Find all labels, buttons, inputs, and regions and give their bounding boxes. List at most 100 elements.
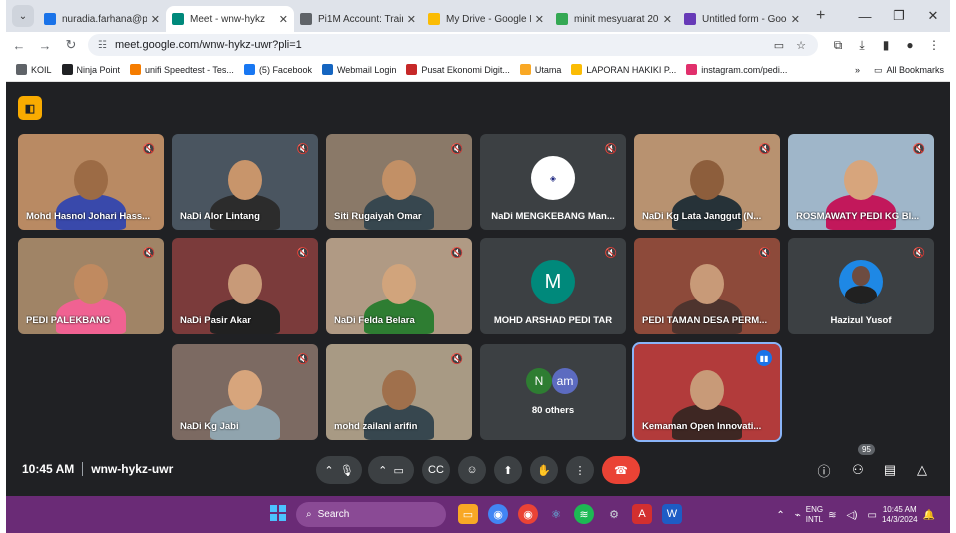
- participant-tile[interactable]: M MOHD ARSHAD PEDI TAR 🔇: [480, 238, 626, 334]
- participant-name: NaDi Pasir Akar: [180, 315, 251, 326]
- meeting-details-icon[interactable]: ⓘ: [814, 460, 834, 480]
- participant-tile[interactable]: PEDI TAMAN DESA PERM... 🔇: [634, 238, 780, 334]
- participant-tile[interactable]: Kemaman Open Innovati... ▮▮: [632, 342, 782, 442]
- browser-tab[interactable]: Meet - wnw-hykz ✕: [166, 6, 294, 32]
- close-window-icon[interactable]: ✕: [916, 8, 950, 24]
- clock-time: 10:45 AM: [882, 505, 917, 514]
- download-icon[interactable]: ⤓: [850, 38, 874, 53]
- participant-tile[interactable]: ◈ NaDi MENGKEBANG Man... 🔇: [480, 134, 626, 230]
- browser-tab[interactable]: Untitled form - Goog ✕: [678, 6, 806, 32]
- pdf-reader-icon[interactable]: A: [632, 504, 652, 524]
- tab-close-icon[interactable]: ✕: [407, 13, 416, 26]
- volume-icon[interactable]: ◁): [846, 510, 857, 521]
- participant-tile[interactable]: mohd zailani arifin 🔇: [326, 344, 472, 440]
- spotify-icon[interactable]: ≋: [574, 504, 594, 524]
- participant-tile[interactable]: Siti Rugaiyah Omar 🔇: [326, 134, 472, 230]
- bookmark-favicon-icon: [519, 64, 531, 75]
- participant-tile[interactable]: Mohd Hasnol Johari Hass... 🔇: [18, 134, 164, 230]
- bookmark-item[interactable]: Pusat Ekonomi Digit...: [406, 64, 510, 75]
- windows-start-icon[interactable]: [270, 505, 286, 521]
- participant-name: PEDI PALEKBANG: [26, 315, 111, 326]
- bookmark-item[interactable]: instagram.com/pedi...: [686, 64, 787, 75]
- meet-area: ◧ Mohd Hasnol Johari Hass... 🔇 NaDi Alor L…: [6, 82, 950, 496]
- bookmark-item[interactable]: Ninja Point: [61, 64, 120, 75]
- minimize-icon[interactable]: —: [848, 9, 882, 24]
- input-language[interactable]: ENG INTL: [806, 505, 823, 525]
- bookmark-item[interactable]: unifi Speedtest - Tes...: [130, 64, 234, 75]
- extensions-icon[interactable]: ⧉: [826, 38, 850, 53]
- react-app-icon[interactable]: ⚛: [546, 504, 566, 524]
- bookmark-item[interactable]: Utama: [519, 64, 561, 75]
- bookmark-item[interactable]: LAPORAN HAKIKI P...: [571, 64, 676, 75]
- bookmark-item[interactable]: (5) Facebook: [243, 64, 312, 75]
- participant-tile[interactable]: NaDi Kg Lata Janggut (N... 🔇: [634, 134, 780, 230]
- participant-tile[interactable]: PEDI PALEKBANG 🔇: [18, 238, 164, 334]
- camera-toggle-button[interactable]: ⌃ ▭: [368, 456, 414, 484]
- chat-icon[interactable]: ▤: [880, 460, 900, 480]
- participant-tile[interactable]: NaDi Alor Lintang 🔇: [172, 134, 318, 230]
- menu-icon[interactable]: ⋮: [922, 38, 946, 52]
- participant-tile[interactable]: ROSMAWATY PEDI KG BI... 🔇: [788, 134, 934, 230]
- chevron-up-icon[interactable]: ⌃: [378, 464, 387, 477]
- lang-line-2: INTL: [805, 515, 824, 524]
- bookmark-item[interactable]: Webmail Login: [321, 64, 396, 75]
- word-icon[interactable]: W: [662, 504, 682, 524]
- cast-icon[interactable]: ▭: [774, 39, 784, 52]
- wifi-icon[interactable]: ≋: [828, 510, 836, 521]
- bookmark-star-icon[interactable]: ☆: [796, 39, 806, 52]
- mic-toggle-button[interactable]: ⌃ 🎙: [316, 456, 362, 484]
- bookmark-item[interactable]: KOIL: [16, 64, 52, 75]
- participant-tile[interactable]: NaDi Felda Belara 🔇: [326, 238, 472, 334]
- captions-button[interactable]: CC: [422, 456, 450, 484]
- present-button[interactable]: ⬆: [494, 456, 522, 484]
- reload-icon[interactable]: ↻: [58, 37, 84, 53]
- leave-call-button[interactable]: ☎: [602, 456, 640, 484]
- reactions-button[interactable]: ☺: [458, 456, 486, 484]
- more-options-button[interactable]: ⋮: [566, 456, 594, 484]
- system-clock[interactable]: 10:45 AM 14/3/2024: [882, 505, 918, 525]
- browser-tab[interactable]: nuradia.farhana@pe ✕: [38, 6, 166, 32]
- tab-close-icon[interactable]: ✕: [279, 13, 288, 26]
- taskbar-search[interactable]: ⌕ Search: [296, 502, 446, 527]
- tab-search-button[interactable]: ⌄: [12, 5, 34, 27]
- site-info-icon[interactable]: ☷: [98, 40, 107, 51]
- people-icon[interactable]: ⚇: [848, 460, 868, 480]
- usb-icon[interactable]: ⌁: [795, 510, 801, 521]
- raise-hand-button[interactable]: ✋: [530, 456, 558, 484]
- restore-icon[interactable]: ❐: [882, 8, 916, 24]
- battery-icon[interactable]: ▭: [868, 510, 877, 521]
- omnibox[interactable]: ☷ meet.google.com/wnw-hykz-uwr?pli=1 ▭ ☆: [88, 34, 818, 56]
- tab-close-icon[interactable]: ✕: [791, 13, 800, 26]
- chevron-up-icon[interactable]: ⌃: [324, 464, 333, 477]
- settings-gear-icon[interactable]: ⚙: [604, 504, 624, 524]
- notification-bell-icon[interactable]: 🔔: [923, 510, 935, 521]
- participant-head: [74, 264, 108, 304]
- browser-tab[interactable]: Pi1M Account: Trainin ✕: [294, 6, 422, 32]
- new-tab-button[interactable]: +: [816, 7, 825, 25]
- tab-close-icon[interactable]: ✕: [663, 13, 672, 26]
- forward-icon[interactable]: →: [32, 38, 58, 53]
- tab-close-icon[interactable]: ✕: [535, 13, 544, 26]
- side-panel-icon[interactable]: ▮: [874, 38, 898, 52]
- meet-activity-icon[interactable]: ◧: [18, 96, 42, 120]
- chrome-icon[interactable]: ◉: [488, 504, 508, 524]
- browser-tab[interactable]: minit mesyuarat 2024 ✕: [550, 6, 678, 32]
- tray-overflow-icon[interactable]: ⌃: [776, 510, 784, 521]
- file-explorer-icon[interactable]: ▭: [458, 504, 478, 524]
- all-bookmarks-button[interactable]: All Bookmarks: [886, 65, 944, 75]
- participant-tile[interactable]: Nam 80 others: [480, 344, 626, 440]
- url-text[interactable]: meet.google.com/wnw-hykz-uwr?pli=1: [115, 39, 774, 51]
- back-icon[interactable]: ←: [6, 38, 32, 53]
- participant-tile[interactable]: Hazizul Yusof 🔇: [788, 238, 934, 334]
- address-bar: ← → ↻ ☷ meet.google.com/wnw-hykz-uwr?pli…: [6, 32, 950, 58]
- browser-tab[interactable]: My Drive - Google D ✕: [422, 6, 550, 32]
- chrome-profile-icon[interactable]: ◉: [518, 504, 538, 524]
- activities-icon[interactable]: △: [912, 460, 932, 480]
- profile-icon[interactable]: ●: [898, 38, 922, 52]
- avatar-head: [852, 266, 870, 286]
- participant-tile[interactable]: NaDi Kg Jabi 🔇: [172, 344, 318, 440]
- participant-tile[interactable]: NaDi Pasir Akar 🔇: [172, 238, 318, 334]
- tab-close-icon[interactable]: ✕: [151, 13, 160, 26]
- clock-date: 14/3/2024: [881, 515, 918, 524]
- bookmarks-overflow-button[interactable]: »: [855, 65, 860, 75]
